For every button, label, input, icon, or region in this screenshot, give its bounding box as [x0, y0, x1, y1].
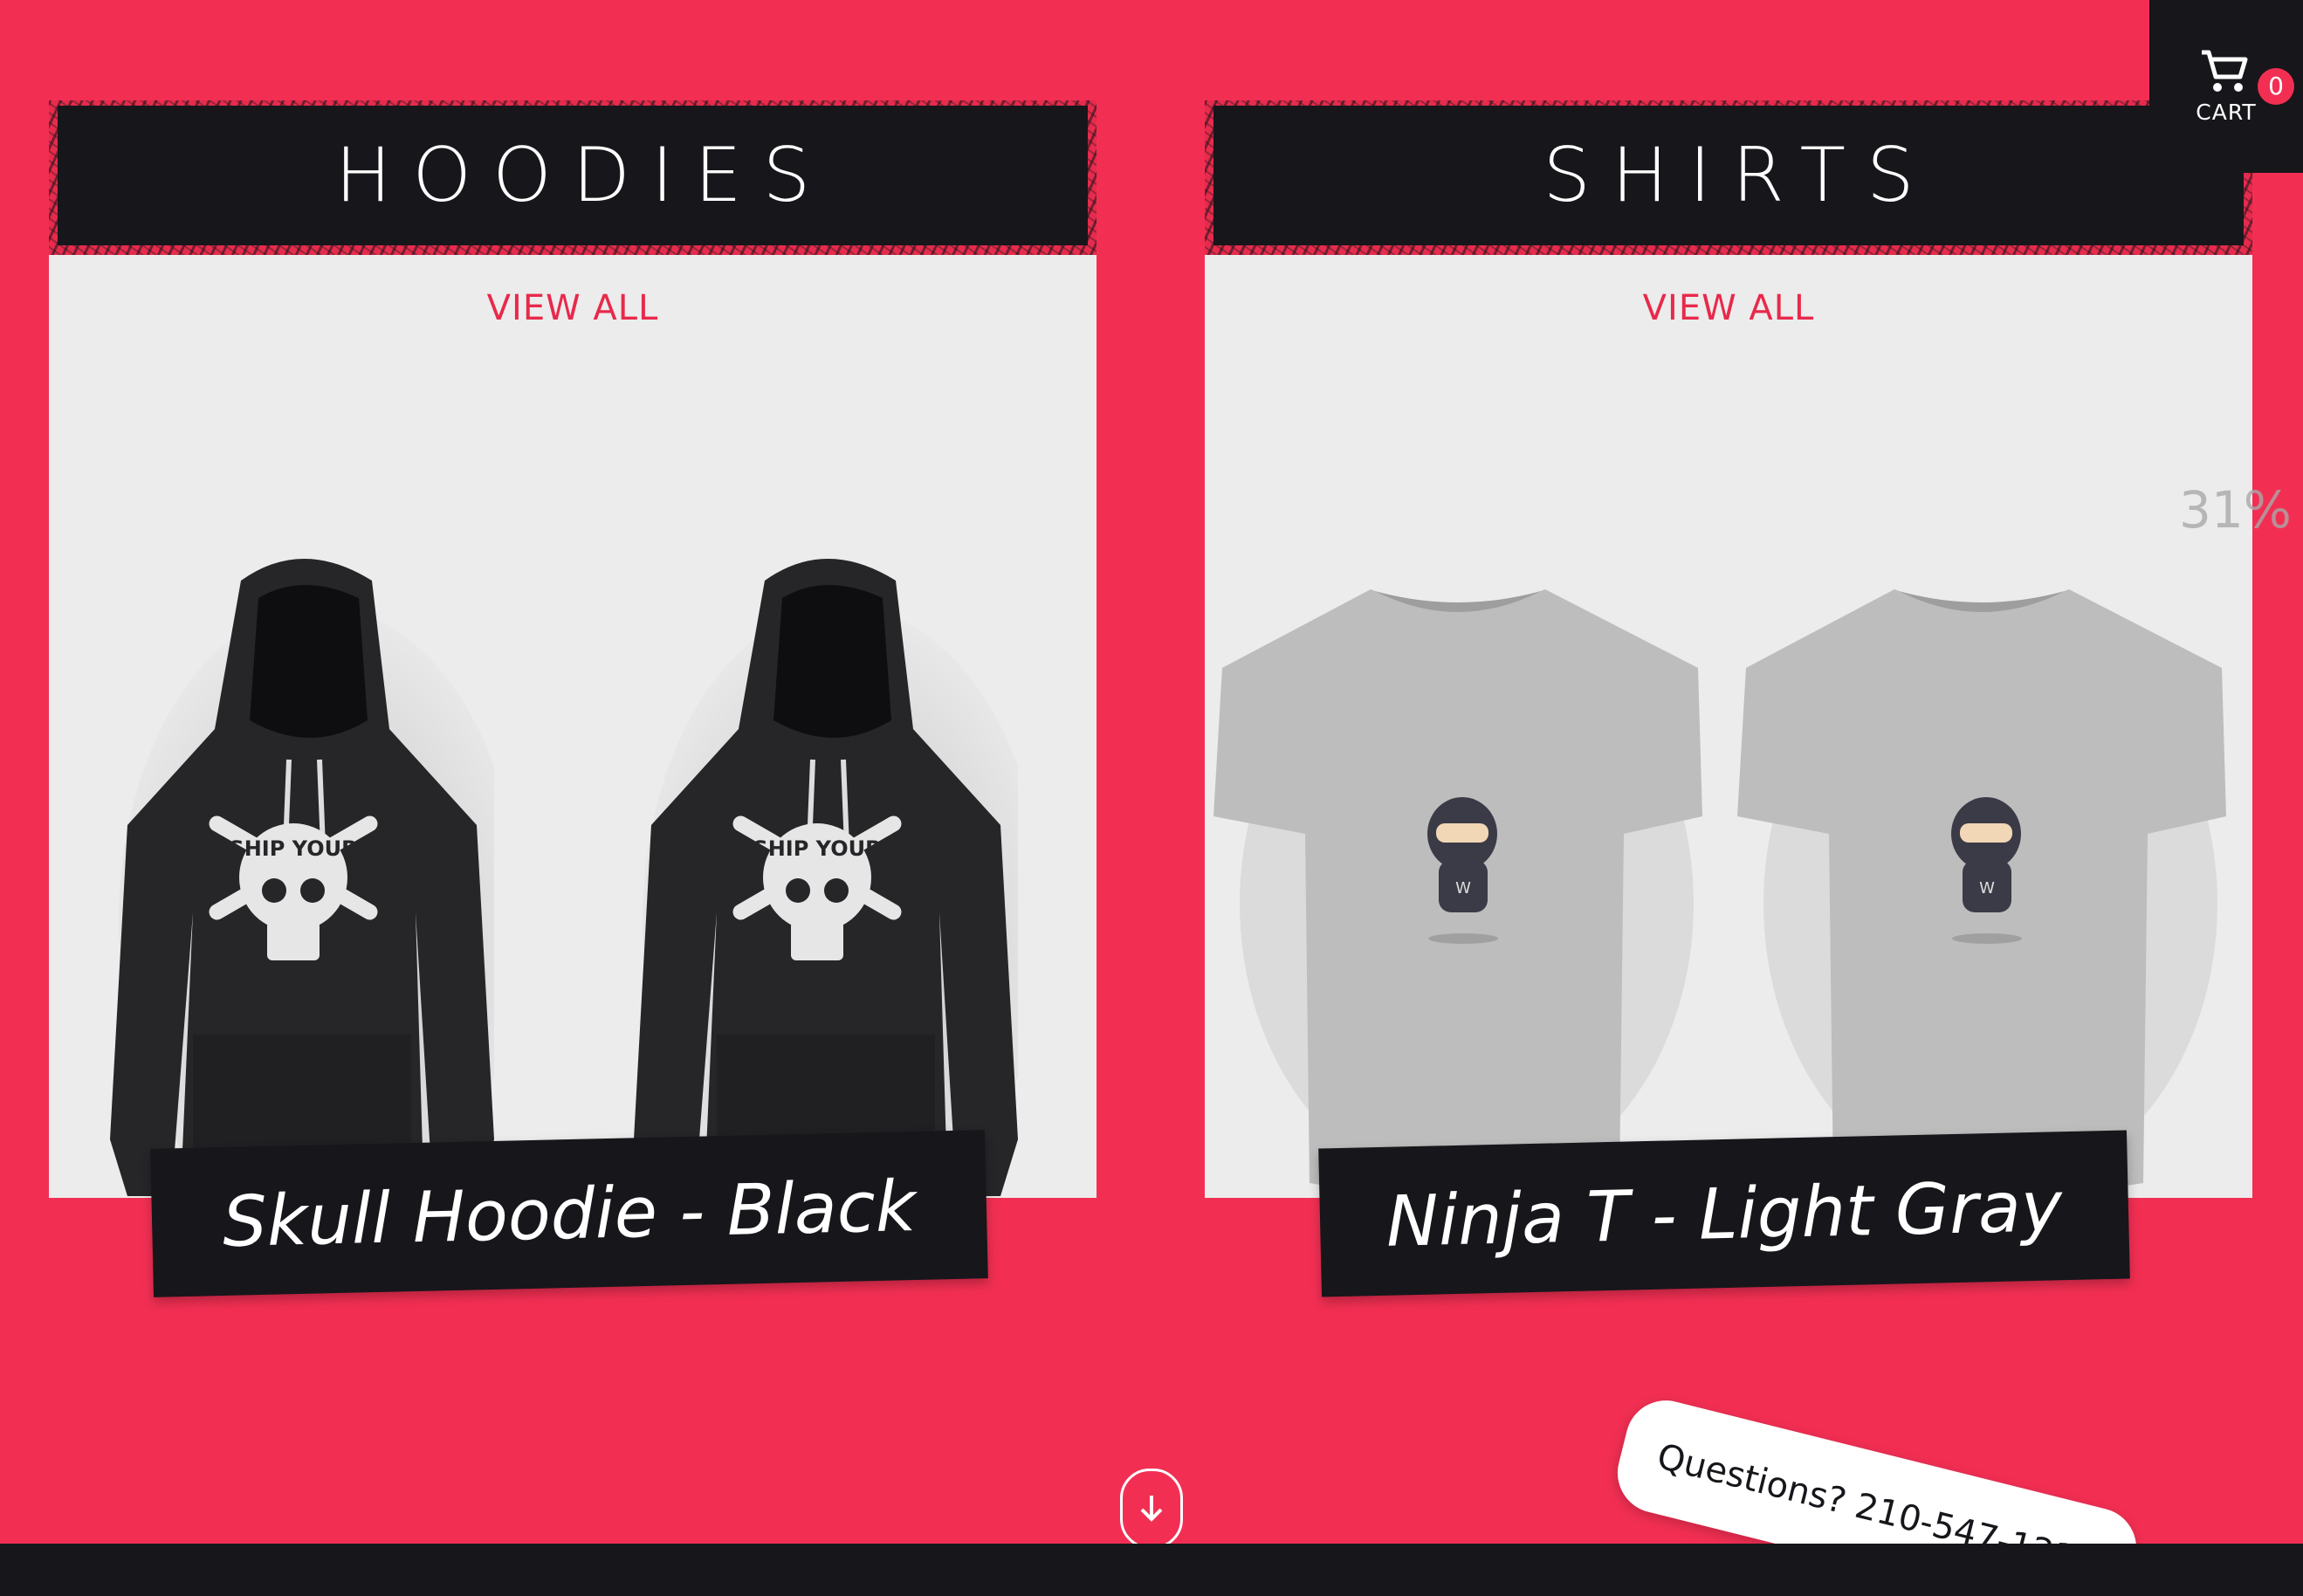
product-images[interactable]: W W [1205, 415, 2252, 1253]
view-all-link[interactable]: VIEW ALL [1205, 288, 2252, 328]
cart-icon [2202, 50, 2248, 92]
product-name-plate[interactable]: Skull Hoodie - Black [150, 1130, 988, 1297]
tshirt-image[interactable]: W [1737, 572, 2226, 1200]
tshirt-print-text: W [1455, 879, 1471, 898]
product-images[interactable]: SHIP YOUR SHIP YOUR [49, 415, 1097, 1253]
page: HOODIES VIEW ALL SHIP YOUR SHIP YOUR Sku… [0, 0, 2303, 1596]
cart-label: CART [2196, 100, 2257, 125]
tshirt-image[interactable]: W [1213, 572, 1702, 1200]
cart-button[interactable]: 0 CART [2149, 0, 2303, 173]
product-name: Skull Hoodie - Black [221, 1165, 918, 1262]
svg-text:W: W [1979, 879, 1995, 898]
product-name-plate[interactable]: Ninja T - Light Gray [1318, 1130, 2130, 1297]
view-all-link[interactable]: VIEW ALL [49, 288, 1097, 328]
scroll-down-button[interactable] [1120, 1469, 1183, 1549]
hoodie-image[interactable]: SHIP YOUR [110, 546, 494, 1227]
category-card-hoodies: HOODIES VIEW ALL SHIP YOUR SHIP YOUR Sku… [49, 100, 1097, 1297]
product-name: Ninja T - Light Gray [1385, 1165, 2064, 1262]
category-header: HOODIES [58, 106, 1088, 245]
category-title: HOODIES [334, 132, 832, 219]
arrow-down-icon [1140, 1496, 1163, 1522]
svg-text:SHIP YOUR: SHIP YOUR [753, 836, 881, 861]
hoodie-print-text: SHIP YOUR [229, 836, 357, 861]
footer-bar [0, 1544, 2303, 1596]
hoodie-image[interactable]: SHIP YOUR [634, 546, 1018, 1227]
category-title: SHIRTS [1543, 132, 1935, 219]
progress-percent: 31% [2179, 480, 2292, 540]
category-card-shirts: SHIRTS VIEW ALL W W Ninja T - Light Gray [1205, 100, 2252, 1297]
category-header: SHIRTS [1213, 106, 2244, 245]
